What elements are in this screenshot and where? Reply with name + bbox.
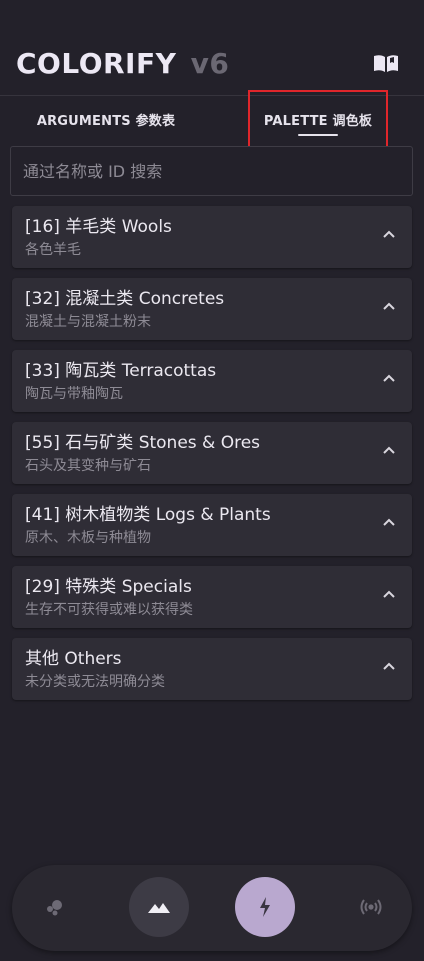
bottom-nav-bar (12, 865, 412, 951)
app-version: v6 (190, 47, 230, 80)
category-subtitle: 陶瓦与带釉陶瓦 (25, 386, 123, 402)
nav-bolt-button[interactable] (235, 877, 295, 937)
category-subtitle: 石头及其变种与矿石 (25, 458, 151, 474)
broadcast-icon (360, 899, 382, 915)
category-subtitle: 混凝土与混凝土粉末 (25, 314, 151, 330)
bubbles-icon (47, 900, 62, 916)
category-title: [55] 石与矿类 Stones & Ores (25, 433, 261, 453)
tab-arguments[interactable]: ARGUMENTS 参数表 (0, 96, 212, 142)
category-item-terracottas[interactable]: [33] 陶瓦类 Terracottas 陶瓦与带釉陶瓦 (12, 350, 412, 412)
chevron-up-icon[interactable] (382, 301, 396, 311)
category-item-concretes[interactable]: [32] 混凝土类 Concretes 混凝土与混凝土粉末 (12, 278, 412, 340)
search-field (10, 146, 413, 196)
category-title: [32] 混凝土类 Concretes (25, 289, 225, 309)
highlight-box (248, 90, 388, 151)
app-title: COLORIFY v6 (16, 44, 229, 84)
category-title: 其他 Others (25, 649, 122, 669)
nav-bubbles-button[interactable] (40, 893, 68, 921)
category-title: [41] 树木植物类 Logs & Plants (25, 505, 271, 525)
bolt-icon (260, 897, 270, 917)
chevron-up-icon[interactable] (382, 229, 396, 239)
category-subtitle: 未分类或无法明确分类 (25, 674, 165, 690)
nav-broadcast-button[interactable] (356, 893, 386, 921)
category-subtitle: 各色羊毛 (25, 242, 81, 258)
book-open-icon[interactable] (373, 53, 399, 73)
category-item-wools[interactable]: [16] 羊毛类 Wools 各色羊毛 (12, 206, 412, 268)
mountain-icon (148, 903, 170, 913)
category-title: [33] 陶瓦类 Terracottas (25, 361, 217, 381)
category-list: [16] 羊毛类 Wools 各色羊毛 [32] 混凝土类 Concretes … (12, 206, 412, 710)
search-input[interactable] (11, 147, 412, 195)
chevron-up-icon[interactable] (382, 589, 396, 599)
category-item-specials[interactable]: [29] 特殊类 Specials 生存不可获得或难以获得类 (12, 566, 412, 628)
category-item-others[interactable]: 其他 Others 未分类或无法明确分类 (12, 638, 412, 700)
app-name: COLORIFY (16, 47, 177, 80)
category-item-stones-ores[interactable]: [55] 石与矿类 Stones & Ores 石头及其变种与矿石 (12, 422, 412, 484)
chevron-up-icon[interactable] (382, 373, 396, 383)
category-item-logs-plants[interactable]: [41] 树木植物类 Logs & Plants 原木、木板与种植物 (12, 494, 412, 556)
category-subtitle: 原木、木板与种植物 (25, 530, 151, 546)
chevron-up-icon[interactable] (382, 661, 396, 671)
category-title: [29] 特殊类 Specials (25, 577, 192, 597)
app-header: COLORIFY v6 (0, 0, 424, 96)
chevron-up-icon[interactable] (382, 445, 396, 455)
chevron-up-icon[interactable] (382, 517, 396, 527)
category-subtitle: 生存不可获得或难以获得类 (25, 602, 193, 618)
category-title: [16] 羊毛类 Wools (25, 217, 172, 237)
nav-mountain-button[interactable] (129, 877, 189, 937)
